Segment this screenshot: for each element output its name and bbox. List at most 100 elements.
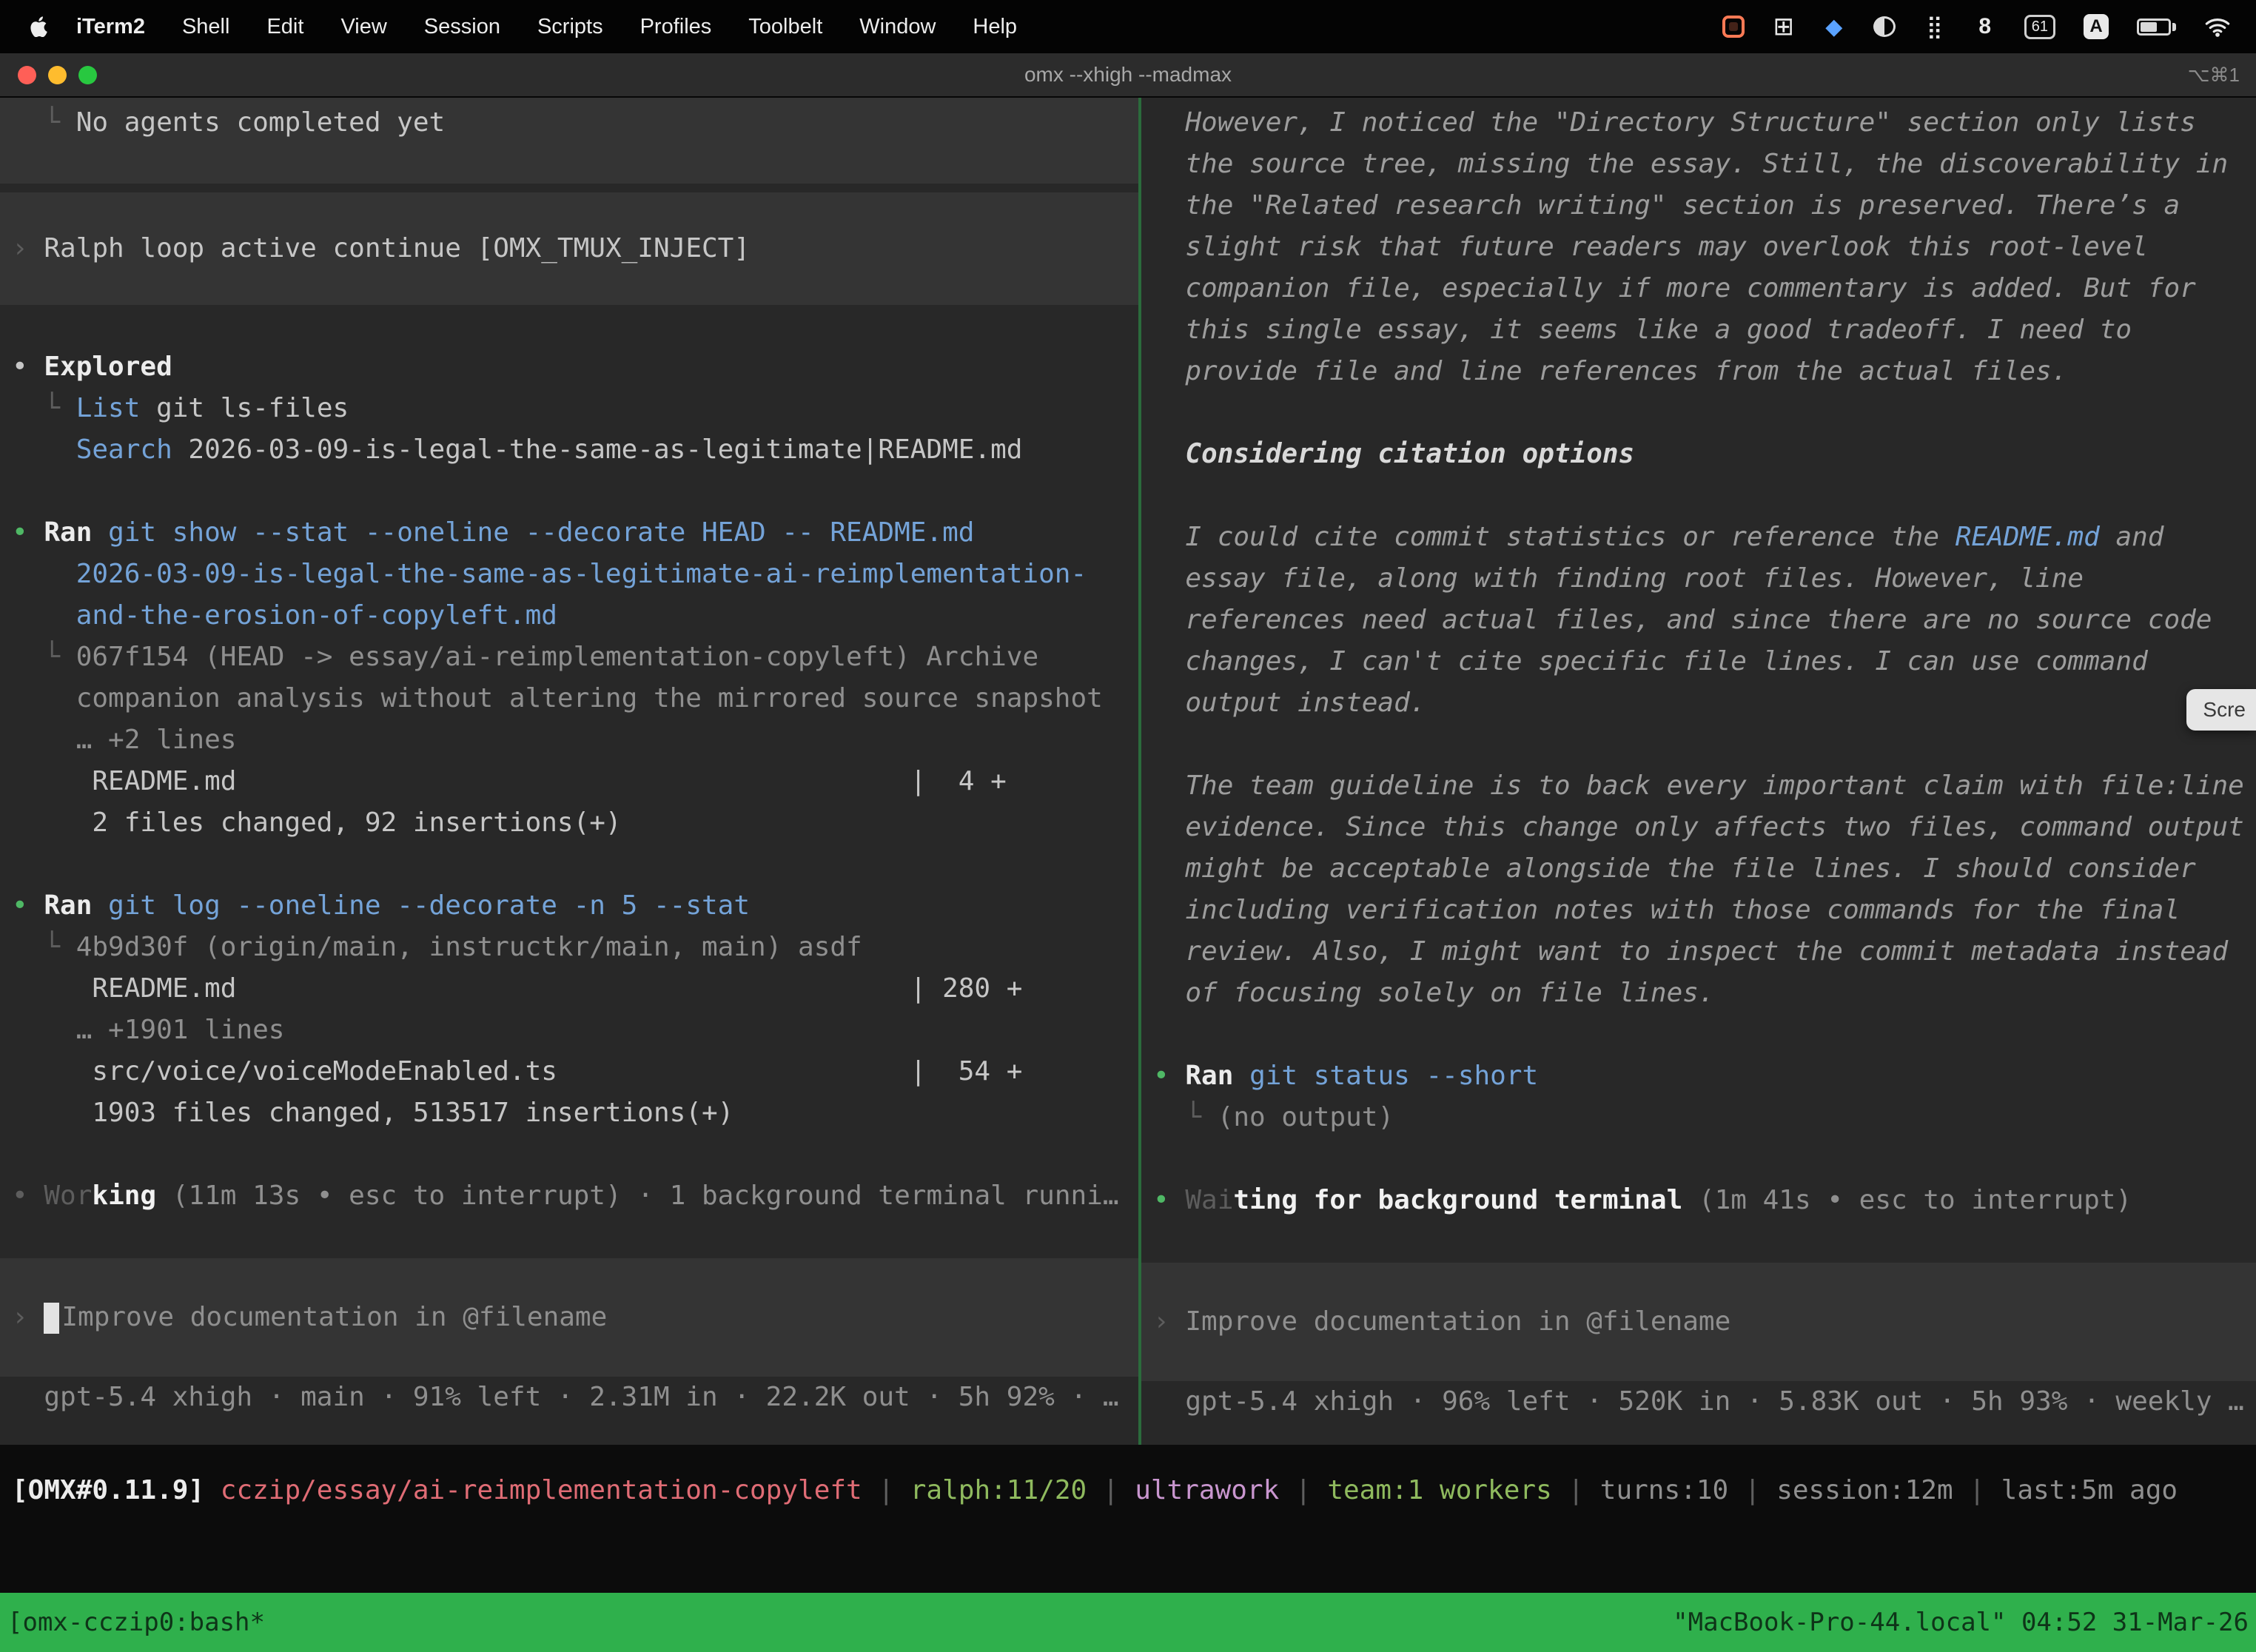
window-title-bar[interactable]: omx --xhigh --madmax ⌥⌘1 xyxy=(0,53,2256,98)
menu-bar: iTerm2ShellEditViewSessionScriptsProfile… xyxy=(0,0,2256,53)
terminal-line: Considering citation options xyxy=(1141,434,2256,475)
recording-icon[interactable] xyxy=(1722,16,1745,38)
menu-session[interactable]: Session xyxy=(406,15,519,39)
terminal-line: this single essay, it seems like a good … xyxy=(1141,309,2256,351)
text-cursor xyxy=(44,1303,59,1334)
battery-icon[interactable] xyxy=(2137,12,2176,41)
terminal-line: • Ran git log --oneline --decorate -n 5 … xyxy=(0,885,1138,927)
ralph-loop-banner: › Ralph loop active continue [OMX_TMUX_I… xyxy=(0,192,1138,305)
menu-iterm2[interactable]: iTerm2 xyxy=(58,15,164,39)
terminal-line: evidence. Since this change only affects… xyxy=(1141,807,2256,848)
tmux-host-clock: "MacBook-Pro-44.local" 04:52 31-Mar-26 xyxy=(1673,1608,2249,1637)
terminal-line: └ No agents completed yet xyxy=(0,102,1138,144)
menu-profiles[interactable]: Profiles xyxy=(622,15,731,39)
menu-view[interactable]: View xyxy=(322,15,405,39)
terminal-line: README.md | 4 + xyxy=(0,761,1138,802)
terminal-line: 2 files changed, 92 insertions(+) xyxy=(0,802,1138,844)
terminal-line: Search 2026-03-09-is-legal-the-same-as-l… xyxy=(0,429,1138,471)
terminal-line: └ 4b9d30f (origin/main, instructkr/main,… xyxy=(0,927,1138,968)
terminal-line: gpt-5.4 xhigh · main · 91% left · 2.31M … xyxy=(0,1377,1138,1418)
input-source-icon[interactable]: A xyxy=(2084,14,2109,39)
agent-thinking: However, I noticed the "Directory Struct… xyxy=(1141,98,2256,1263)
grid-icon[interactable]: ⊞ xyxy=(1773,12,1795,41)
terminal-line: I could cite commit statistics or refere… xyxy=(1141,517,2256,558)
terminal-line: └ 067f154 (HEAD -> essay/ai-reimplementa… xyxy=(0,637,1138,678)
terminal-line xyxy=(1141,1221,2256,1263)
tab-shortcut: ⌥⌘1 xyxy=(2188,64,2240,87)
tmux-status-bar: [omx-cczip0:bash* "MacBook-Pro-44.local"… xyxy=(0,1593,2256,1652)
terminal-line xyxy=(1141,475,2256,517)
menu-toolbelt[interactable]: Toolbelt xyxy=(730,15,841,39)
terminal-line: might be acceptable alongside the file l… xyxy=(1141,848,2256,890)
terminal-line: gpt-5.4 xhigh · 96% left · 520K in · 5.8… xyxy=(1141,1381,2256,1423)
terminal-line: changes, I can't cite specific file line… xyxy=(1141,641,2256,682)
terminal-line xyxy=(0,471,1138,512)
omx-status-line: [OMX#0.11.9] cczip/essay/ai-reimplementa… xyxy=(0,1470,2256,1511)
terminal-line xyxy=(1141,1014,2256,1055)
terminal-line: references need actual files, and since … xyxy=(1141,600,2256,641)
spark-icon[interactable]: ◆ xyxy=(1823,12,1845,41)
menu-edit[interactable]: Edit xyxy=(248,15,322,39)
terminal-line: └ (no output) xyxy=(1141,1097,2256,1138)
screenshot-chip[interactable]: Scre xyxy=(2186,689,2256,731)
terminal-line: … +1901 lines xyxy=(0,1010,1138,1051)
right-terminal-pane[interactable]: However, I noticed the "Directory Struct… xyxy=(1141,98,2256,1445)
terminal-line: slight risk that future readers may over… xyxy=(1141,226,2256,268)
terminal-line: companion file, especially if more comme… xyxy=(1141,268,2256,309)
tmux-panes: └ No agents completed yet › Ralph loop ac… xyxy=(0,98,2256,1445)
terminal-line xyxy=(0,305,1138,346)
dots-icon[interactable]: ⣿ xyxy=(1924,12,1946,41)
terminal-line: • Working (11m 13s • esc to interrupt) ·… xyxy=(0,1175,1138,1217)
terminal-line xyxy=(1141,724,2256,765)
wifi-icon[interactable] xyxy=(2204,12,2231,41)
terminal-line: companion analysis without altering the … xyxy=(0,678,1138,719)
terminal-line: … +2 lines xyxy=(0,719,1138,761)
menu-scripts[interactable]: Scripts xyxy=(519,15,622,39)
terminal-line: 1903 files changed, 513517 insertions(+) xyxy=(0,1092,1138,1134)
terminal-line: and-the-erosion-of-copyleft.md xyxy=(0,595,1138,637)
terminal-line: 2026-03-09-is-legal-the-same-as-legitima… xyxy=(0,554,1138,595)
terminal-line xyxy=(0,844,1138,885)
terminal-line xyxy=(1141,392,2256,434)
terminal-line: of focusing solely on file lines. xyxy=(1141,973,2256,1014)
terminal-line: output instead. xyxy=(1141,682,2256,724)
terminal-area: └ No agents completed yet › Ralph loop ac… xyxy=(0,98,2256,1652)
terminal-line xyxy=(0,1134,1138,1175)
menu-help[interactable]: Help xyxy=(954,15,1035,39)
menu-window[interactable]: Window xyxy=(841,15,954,39)
eight-icon[interactable]: 8 xyxy=(1974,12,1996,41)
menu-shell[interactable]: Shell xyxy=(164,15,249,39)
terminal-line: › Ralph loop active continue [OMX_TMUX_I… xyxy=(0,228,1138,269)
terminal-line: the source tree, missing the essay. Stil… xyxy=(1141,144,2256,185)
prompt-input[interactable]: › Improve documentation in @filename xyxy=(1141,1263,2256,1381)
terminal-line xyxy=(0,1217,1138,1258)
meter-icon[interactable]: 61 xyxy=(2024,15,2055,39)
tmux-session-label: [omx-cczip0:bash* xyxy=(7,1608,265,1637)
pane-status: gpt-5.4 xhigh · main · 91% left · 2.31M … xyxy=(0,1377,1138,1418)
terminal-line: However, I noticed the "Directory Struct… xyxy=(1141,102,2256,144)
agents-summary: └ No agents completed yet xyxy=(0,98,1138,184)
terminal-line: • Waiting for background terminal (1m 41… xyxy=(1141,1180,2256,1221)
terminal-line: └ List git ls-files xyxy=(0,388,1138,429)
terminal-line: review. Also, I might want to inspect th… xyxy=(1141,931,2256,973)
terminal-line: The team guideline is to back every impo… xyxy=(1141,765,2256,807)
agent-log: • Explored └ List git ls-files Search 20… xyxy=(0,305,1138,1258)
prompt-input[interactable]: › Improve documentation in @filename xyxy=(0,1258,1138,1377)
terminal-line: provide file and line references from th… xyxy=(1141,351,2256,392)
window-title: omx --xhigh --madmax xyxy=(0,63,2256,87)
terminal-line xyxy=(1141,1138,2256,1180)
terminal-line: including verification notes with those … xyxy=(1141,890,2256,931)
terminal-line: the "Related research writing" section i… xyxy=(1141,185,2256,226)
apple-menu-icon[interactable] xyxy=(30,16,47,37)
terminal-line: › Improve documentation in @filename xyxy=(1141,1301,2256,1343)
app-menus: iTerm2ShellEditViewSessionScriptsProfile… xyxy=(58,15,1035,39)
terminal-line: • Ran git show --stat --oneline --decora… xyxy=(0,512,1138,554)
left-terminal-pane[interactable]: └ No agents completed yet › Ralph loop ac… xyxy=(0,98,1138,1445)
terminal-line: essay file, along with finding root file… xyxy=(1141,558,2256,600)
menu-bar-status-icons: ⊞ ◆ ⣿ 8 61 A xyxy=(1722,12,2231,41)
terminal-line: • Explored xyxy=(0,346,1138,388)
disc-icon[interactable] xyxy=(1873,16,1896,37)
terminal-line: src/voice/voiceModeEnabled.ts | 54 + xyxy=(0,1051,1138,1092)
terminal-line: • Ran git status --short xyxy=(1141,1055,2256,1097)
terminal-line: › Improve documentation in @filename xyxy=(0,1297,1138,1338)
